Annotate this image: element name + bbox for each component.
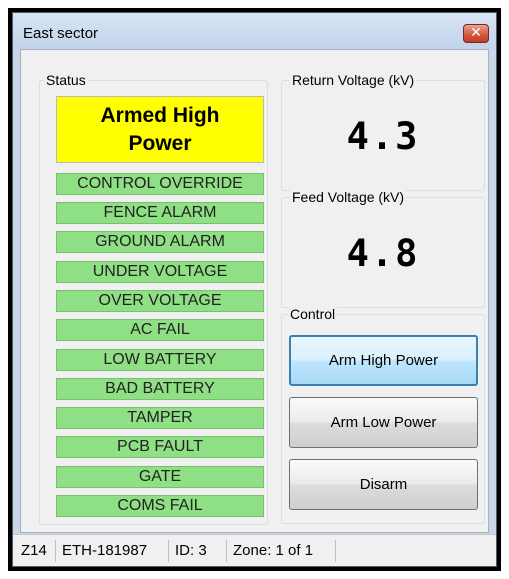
status-divider [55, 540, 56, 562]
window-title: East sector [23, 25, 99, 42]
arm-high-power-button[interactable]: Arm High Power [289, 335, 478, 386]
status-control-override: CONTROL OVERRIDE [56, 173, 264, 195]
close-icon: ✕ [470, 25, 482, 41]
status-ac-fail: AC FAIL [56, 319, 264, 341]
status-tamper: TAMPER [56, 407, 264, 429]
return-voltage-group: Return Voltage (kV) 4.3 [281, 72, 485, 191]
control-group: Control Arm High Power Arm Low Power Dis… [281, 306, 485, 524]
return-voltage-label: Return Voltage (kV) [290, 72, 417, 88]
close-button[interactable]: ✕ [463, 24, 489, 43]
status-id: ID: 3 [175, 542, 207, 559]
feed-voltage-label: Feed Voltage (kV) [290, 189, 407, 205]
status-divider [226, 540, 227, 562]
status-low-battery: LOW BATTERY [56, 349, 264, 371]
status-gate: GATE [56, 466, 264, 488]
status-coms-fail: COMS FAIL [56, 495, 264, 517]
status-zone: Zone: 1 of 1 [233, 542, 314, 559]
return-voltage-value: 4.3 [346, 115, 420, 158]
status-fence-alarm: FENCE ALARM [56, 202, 264, 224]
status-device: ETH-181987 [62, 542, 148, 559]
status-pcb-fault: PCB FAULT [56, 436, 264, 458]
armed-status-banner: Armed High Power [56, 96, 264, 163]
title-bar[interactable]: East sector ✕ [13, 13, 496, 49]
feed-voltage-group: Feed Voltage (kV) 4.8 [281, 189, 485, 308]
window-client-area: Status Armed High Power CONTROL OVERRIDE… [20, 49, 489, 533]
status-group: Status Armed High Power CONTROL OVERRIDE… [39, 72, 268, 525]
status-divider [168, 540, 169, 562]
control-group-label: Control [288, 306, 338, 322]
status-under-voltage: UNDER VOLTAGE [56, 261, 264, 283]
status-bar: Z14 ETH-181987 ID: 3 Zone: 1 of 1 [13, 534, 496, 566]
status-group-label: Status [44, 72, 88, 88]
status-indicator-list: CONTROL OVERRIDE FENCE ALARM GROUND ALAR… [56, 173, 264, 523]
status-over-voltage: OVER VOLTAGE [56, 290, 264, 312]
east-sector-window: East sector ✕ Status Armed High Power CO… [12, 12, 497, 567]
feed-voltage-value: 4.8 [346, 232, 420, 275]
arm-low-power-button[interactable]: Arm Low Power [289, 397, 478, 448]
status-ground-alarm: GROUND ALARM [56, 231, 264, 253]
status-bad-battery: BAD BATTERY [56, 378, 264, 400]
status-node: Z14 [21, 542, 47, 559]
disarm-button[interactable]: Disarm [289, 459, 478, 510]
status-divider [335, 540, 336, 562]
